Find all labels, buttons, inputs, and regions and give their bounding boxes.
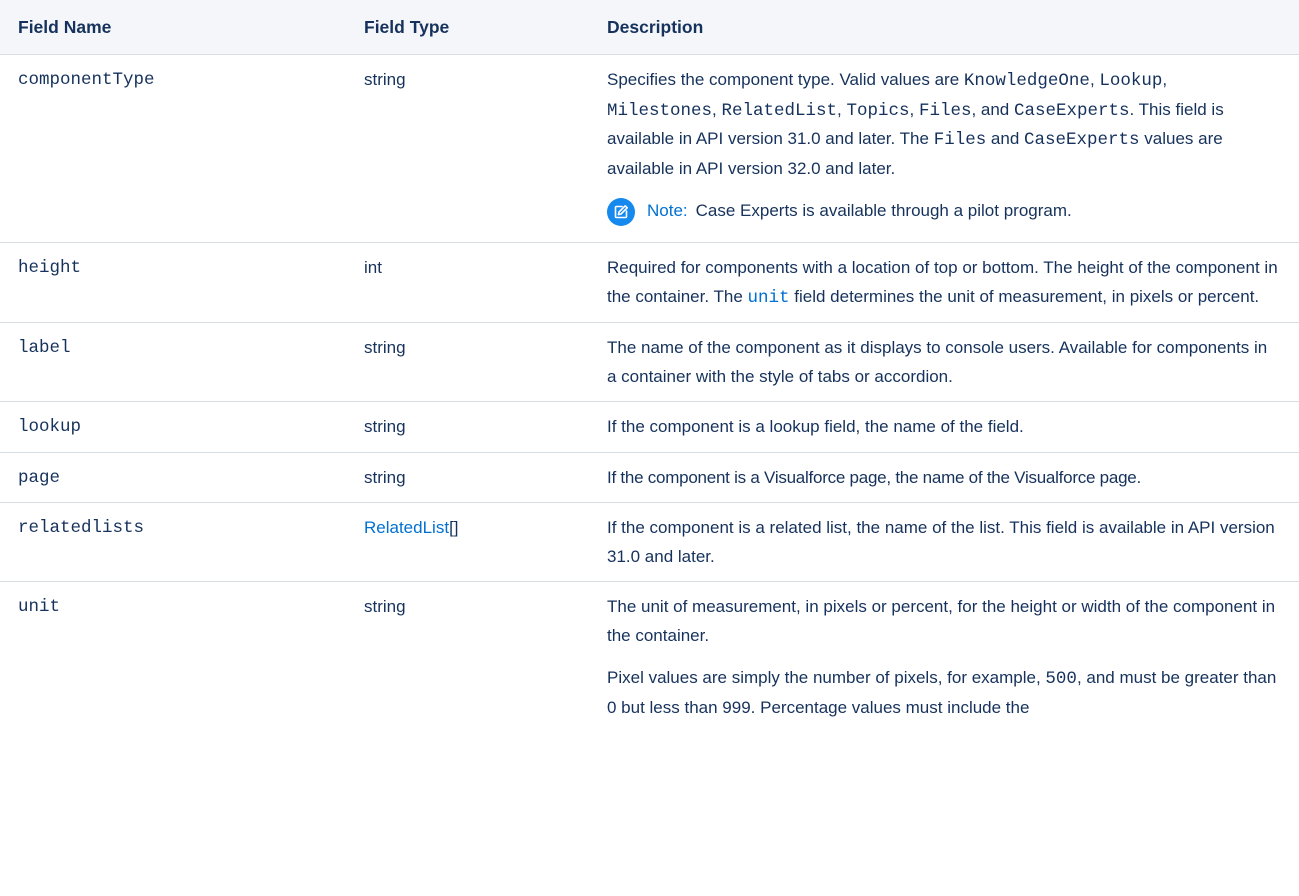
description-text: The unit of measurement, in pixels or pe… — [607, 597, 1276, 645]
description-text: , — [1089, 70, 1100, 89]
table-row: relatedlists RelatedList[] If the compon… — [0, 502, 1299, 582]
edit-note-icon — [607, 198, 635, 226]
field-description: Required for components with a location … — [589, 242, 1299, 323]
code-value: Lookup — [1099, 71, 1163, 91]
description-text: field determines the unit of measurement… — [789, 286, 1260, 306]
api-reference-page: Field Name Field Type Description compon… — [0, 0, 1299, 896]
field-description: If the component is a lookup field, the … — [589, 401, 1299, 453]
table-row: page string If the component is a Visual… — [0, 452, 1299, 503]
table-row: label string The name of the component a… — [0, 322, 1299, 402]
description-text: Specifies the component type. Valid valu… — [607, 70, 964, 89]
description-text: , and — [971, 99, 1014, 119]
field-type: string — [364, 597, 406, 616]
field-type: RelatedList[] — [346, 502, 589, 582]
field-description: The unit of measurement, in pixels or pe… — [589, 582, 1299, 733]
field-name: lookup — [0, 401, 346, 453]
header-field-type: Field Type — [346, 0, 589, 55]
table-row: componentType string Specifies the compo… — [0, 54, 1299, 243]
unit-field-link[interactable]: unit — [748, 288, 790, 308]
field-type: string — [346, 452, 589, 503]
field-description: The name of the component as it displays… — [589, 322, 1299, 402]
code-value: Files — [918, 100, 972, 121]
code-value: RelatedList — [721, 100, 838, 121]
note-text: Case Experts is available through a pilo… — [695, 201, 1072, 220]
header-field-name: Field Name — [0, 0, 346, 55]
note-label: Note: — [647, 201, 688, 220]
field-name: componentType — [0, 54, 346, 243]
description-text: , — [909, 99, 919, 119]
code-value: Files — [933, 130, 987, 150]
field-name: unit — [18, 597, 61, 617]
field-type: string — [346, 54, 589, 243]
header-description: Description — [589, 0, 1299, 55]
relatedlist-type-link[interactable]: RelatedList — [364, 518, 449, 537]
code-value: KnowledgeOne — [963, 71, 1090, 91]
field-type: string — [346, 401, 589, 453]
field-type: int — [346, 242, 589, 323]
field-description: If the component is a Visualforce page, … — [589, 452, 1299, 503]
description-text: , — [1162, 70, 1168, 89]
field-name: height — [0, 242, 346, 323]
code-value: 500 — [1045, 669, 1077, 689]
array-suffix: [] — [449, 518, 459, 537]
field-name: label — [0, 322, 346, 402]
field-name: page — [0, 452, 346, 503]
table-header-row: Field Name Field Type Description — [0, 0, 1299, 55]
note-callout: Note: Case Experts is available through … — [607, 197, 1281, 226]
field-description: Specifies the component type. Valid valu… — [589, 54, 1299, 243]
code-value: Milestones — [607, 100, 713, 121]
description-text: Pixel values are simply the number of pi… — [607, 668, 1046, 687]
code-value: CaseExperts — [1014, 100, 1130, 121]
code-value: CaseExperts — [1024, 130, 1140, 150]
fields-table: Field Name Field Type Description compon… — [0, 0, 1299, 732]
description-text: and — [986, 129, 1025, 148]
table-row: lookup string If the component is a look… — [0, 401, 1299, 453]
table-row: unit string The unit of measurement, in … — [0, 582, 1299, 733]
field-type: string — [346, 322, 589, 402]
code-value: Topics — [846, 100, 910, 121]
field-name: relatedlists — [0, 502, 346, 582]
field-description: If the component is a related list, the … — [589, 502, 1299, 582]
table-row: height int Required for components with … — [0, 242, 1299, 323]
